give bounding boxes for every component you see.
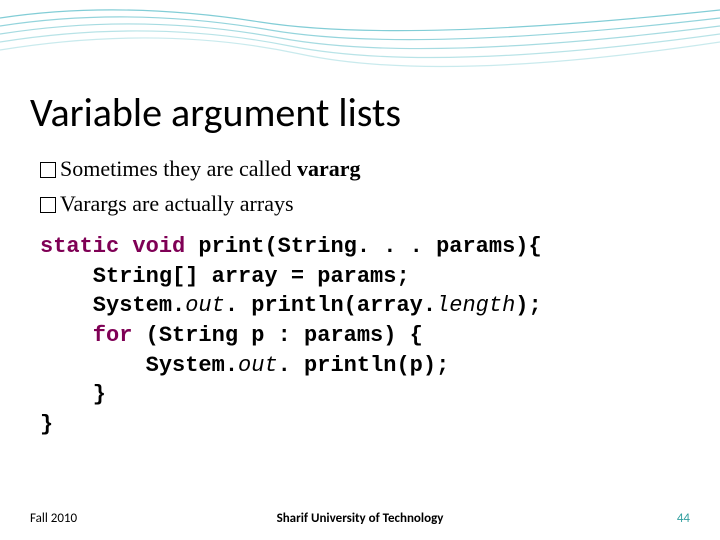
slide-title: Variable argument lists bbox=[30, 88, 401, 137]
code-block: static void print(String. . . params){ S… bbox=[40, 232, 542, 440]
bullet-text: Varargs are actually arrays bbox=[60, 187, 294, 220]
bullet-item: Varargs are actually arrays bbox=[40, 187, 361, 220]
bullet-text-bold: vararg bbox=[297, 156, 361, 181]
footer-date: Fall 2010 bbox=[30, 511, 77, 526]
square-bullet-icon bbox=[40, 162, 56, 178]
bullet-item: Sometimes they are called vararg bbox=[40, 152, 361, 185]
bullet-text: Sometimes they are called bbox=[60, 156, 297, 181]
wave-decoration bbox=[0, 0, 720, 80]
footer-institution: Sharif University of Technology bbox=[277, 511, 444, 526]
page-number: 44 bbox=[677, 511, 690, 526]
square-bullet-icon bbox=[40, 197, 56, 213]
bullet-list: Sometimes they are called vararg Varargs… bbox=[40, 152, 361, 222]
